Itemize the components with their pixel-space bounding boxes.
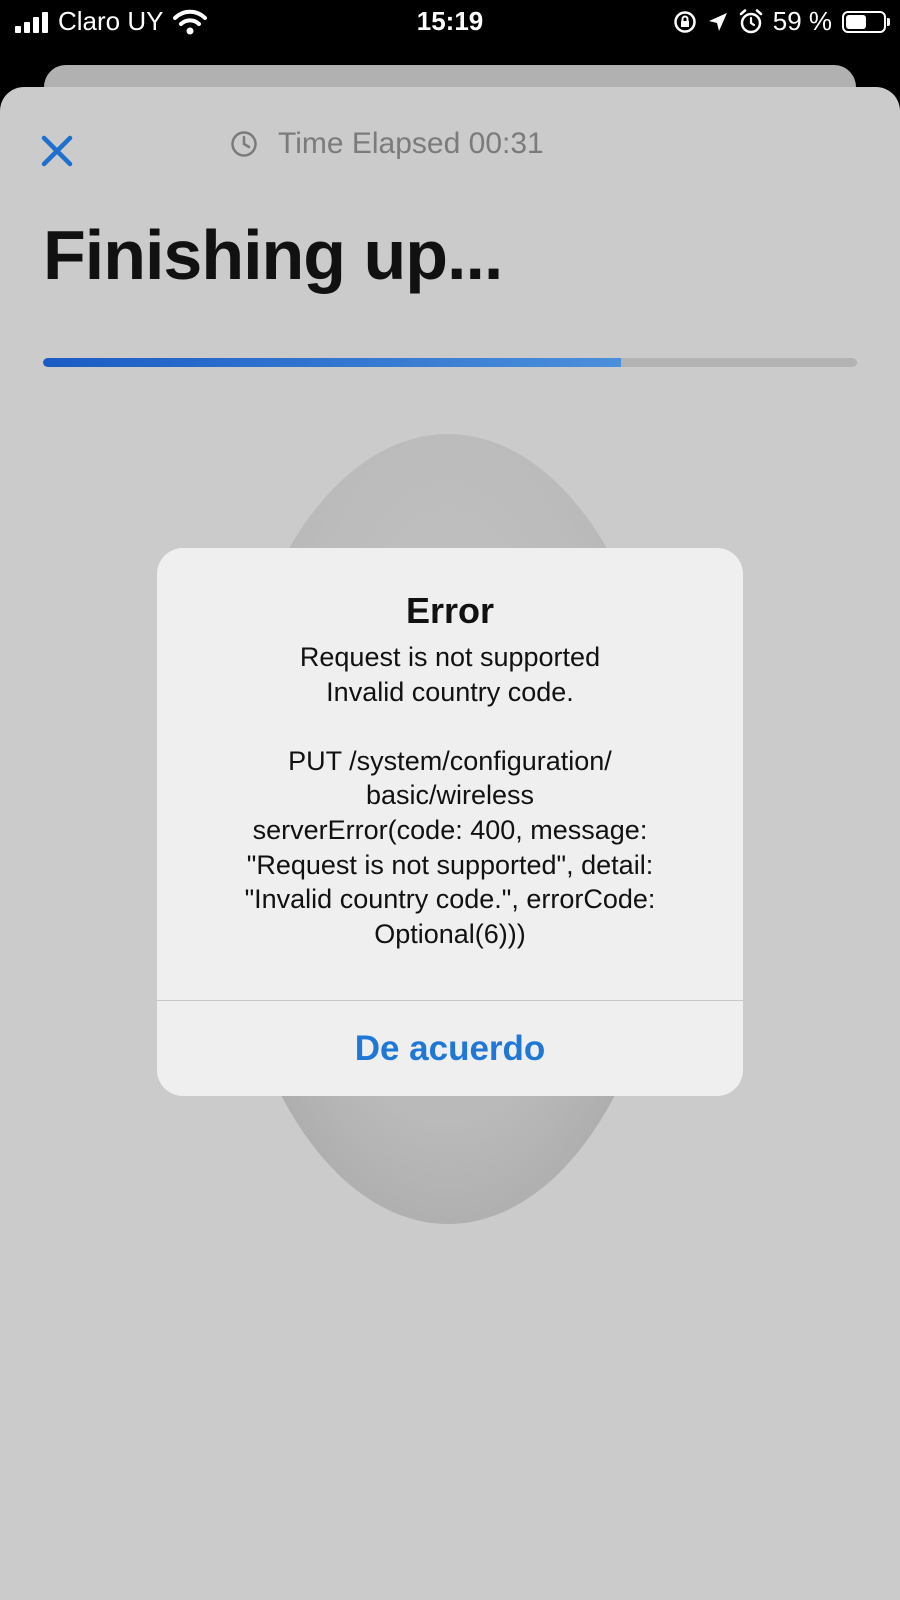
status-right: 59 % bbox=[673, 6, 890, 37]
progress-fill bbox=[43, 358, 621, 367]
timer: Time Elapsed 00:31 bbox=[230, 127, 544, 161]
time-elapsed: Time Elapsed 00:31 bbox=[278, 127, 544, 160]
battery-icon bbox=[842, 10, 890, 33]
page-title: Finishing up... bbox=[43, 216, 503, 294]
orientation-lock-icon bbox=[673, 10, 696, 33]
alarm-icon bbox=[739, 8, 762, 33]
error-alert: Error Request is not supported Invalid c… bbox=[157, 548, 743, 1096]
battery-percent: 59 % bbox=[772, 6, 832, 36]
clock-icon bbox=[231, 131, 257, 157]
alert-title: Error bbox=[405, 590, 495, 631]
screen: Claro UY 15:19 59 % Time Elapsed 00:31 F… bbox=[0, 0, 900, 1600]
progress-bar bbox=[43, 358, 857, 367]
close-icon bbox=[41, 135, 73, 167]
close-button[interactable] bbox=[38, 132, 76, 170]
ok-button[interactable]: De acuerdo bbox=[157, 1001, 743, 1096]
status-bar: Claro UY 15:19 59 % bbox=[0, 0, 900, 46]
alert-message: Request is not supported Invalid country… bbox=[244, 642, 656, 949]
battery-level bbox=[846, 14, 866, 29]
location-icon bbox=[708, 12, 727, 31]
